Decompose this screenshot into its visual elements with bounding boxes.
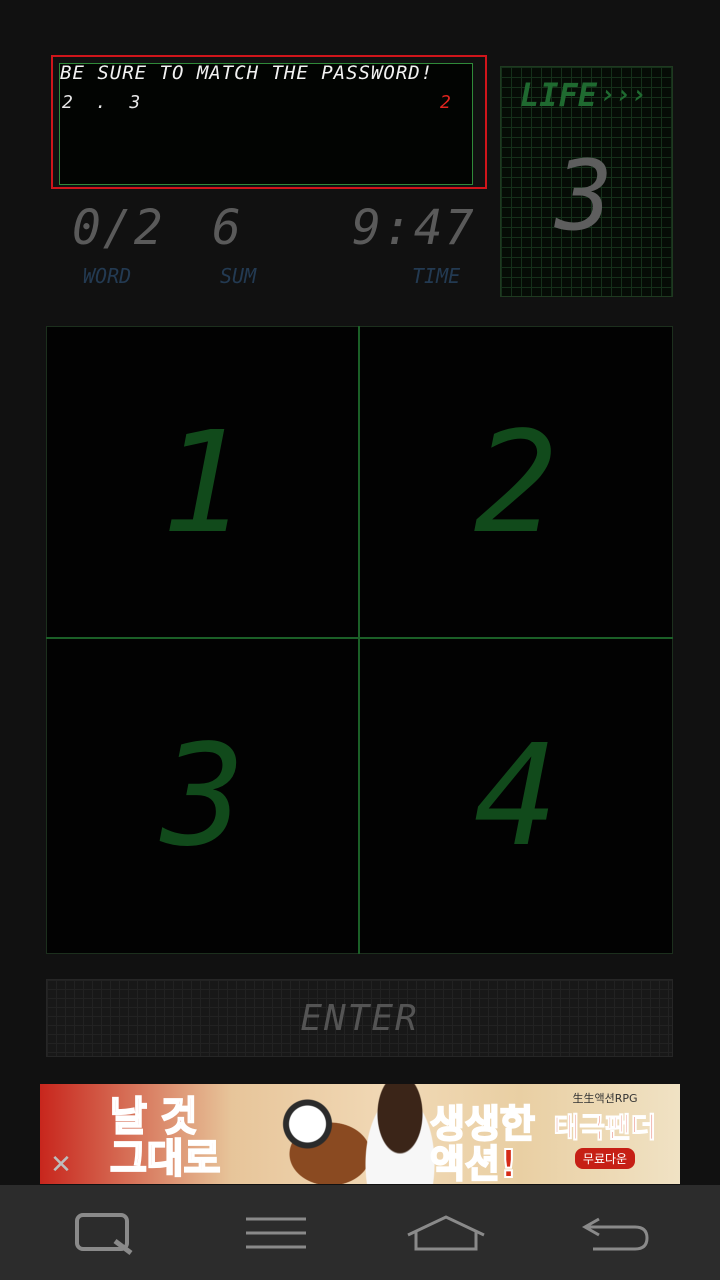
search-button[interactable] [15, 1185, 195, 1280]
word-label: WORD [83, 264, 132, 288]
back-icon [581, 1217, 649, 1250]
time-label: TIME [412, 264, 461, 288]
ad-line-2: 그대로 [109, 1136, 221, 1182]
life-label: LIFE [520, 76, 598, 114]
game-screen: BE SURE TO MATCH THE PASSWORD! 2 . 3 2 0… [0, 0, 720, 1185]
ad-download-button[interactable]: 무료다운 [574, 1148, 636, 1169]
keypad-divider-vertical [358, 326, 360, 954]
menu-button[interactable] [186, 1185, 366, 1280]
ad-line-4: 액션! [429, 1142, 518, 1184]
sequence-count: 2 [440, 92, 451, 113]
enter-button[interactable]: ENTER [46, 979, 673, 1057]
home-button[interactable] [356, 1185, 536, 1280]
sum-value: 6 [212, 200, 243, 256]
back-button[interactable] [525, 1185, 705, 1280]
time-value: 9:47 [352, 200, 476, 256]
entered-sequence: 2 . 3 [62, 92, 147, 113]
keypad-divider-horizontal [46, 637, 673, 639]
life-arrows-icon: ››› [600, 80, 647, 110]
ad-headline: 날 것 그대로 [109, 1094, 221, 1182]
key-2[interactable]: 2 [360, 327, 672, 639]
ad-tagline: 생생한 액션! [429, 1102, 536, 1184]
ad-banner[interactable]: 날 것 그대로 생생한 액션! 生生액션RPG 태극팬더 무료다운 [40, 1084, 680, 1184]
sum-label: SUM [220, 264, 257, 288]
life-value: 3 [555, 140, 613, 252]
system-nav-bar [0, 1185, 720, 1280]
ad-logo: 生生액션RPG 태극팬더 무료다운 [545, 1090, 665, 1180]
ad-line-1: 날 것 [109, 1094, 199, 1140]
ad-close-icon[interactable]: ✕ [44, 1148, 78, 1182]
search-icon [75, 1212, 133, 1255]
home-icon [407, 1214, 485, 1250]
ad-line-3: 생생한 [429, 1102, 536, 1146]
key-4[interactable]: 4 [360, 640, 672, 952]
key-1[interactable]: 1 [47, 327, 359, 639]
ad-logo-title: 태극팬더 [553, 1111, 657, 1145]
ad-fighter-character [360, 1084, 440, 1184]
key-3[interactable]: 3 [47, 640, 359, 952]
ad-logo-subtitle: 生生액션RPG [572, 1092, 638, 1105]
instruction-text: BE SURE TO MATCH THE PASSWORD! [60, 62, 434, 84]
word-value: 0/2 [72, 200, 165, 256]
menu-icon [246, 1217, 306, 1248]
